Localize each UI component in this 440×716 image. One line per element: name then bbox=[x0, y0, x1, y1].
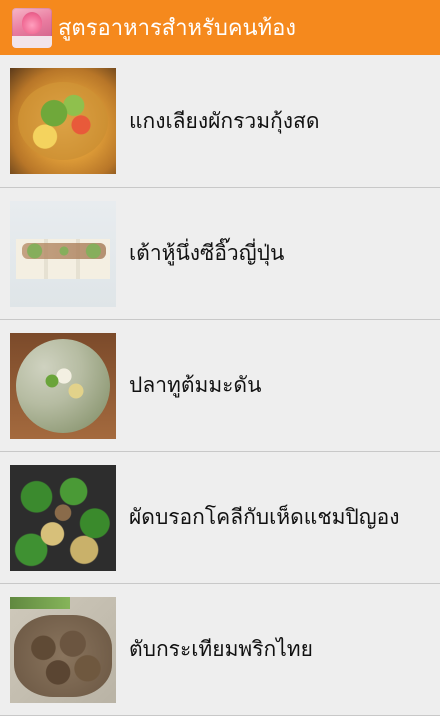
recipe-list-item[interactable]: แกงเลียงผักรวมกุ้งสด bbox=[0, 55, 440, 188]
app-title: สูตรอาหารสำหรับคนท้อง bbox=[58, 16, 297, 41]
recipe-list-item[interactable]: ตับกระเทียมพริกไทย bbox=[0, 584, 440, 716]
recipe-thumbnail bbox=[10, 332, 116, 439]
recipe-list-item[interactable]: ผัดบรอกโคลีกับเห็ดแชมปิญอง bbox=[0, 452, 440, 584]
recipe-thumbnail bbox=[10, 68, 116, 174]
recipe-thumbnail bbox=[10, 200, 116, 307]
recipe-title: แกงเลียงผักรวมกุ้งสด bbox=[129, 108, 320, 133]
recipe-title: ตับกระเทียมพริกไทย bbox=[129, 637, 313, 661]
app-bar: สูตรอาหารสำหรับคนท้อง bbox=[0, 0, 440, 55]
recipe-list-item[interactable]: เต้าหู้นึ่งซีอิ๊วญี่ปุ่น bbox=[0, 188, 440, 320]
recipe-title: ผัดบรอกโคลีกับเห็ดแชมปิญอง bbox=[129, 505, 400, 529]
recipe-thumbnail bbox=[10, 464, 116, 571]
recipe-list: แกงเลียงผักรวมกุ้งสด เต้าหู้นึ่งซีอิ๊วญี… bbox=[0, 55, 440, 716]
recipe-thumbnail bbox=[10, 596, 116, 703]
recipe-title: เต้าหู้นึ่งซีอิ๊วญี่ปุ่น bbox=[129, 241, 285, 265]
recipe-title: ปลาทูต้มมะดัน bbox=[129, 373, 262, 397]
app-logo-icon bbox=[12, 7, 52, 48]
recipe-list-item[interactable]: ปลาทูต้มมะดัน bbox=[0, 320, 440, 452]
